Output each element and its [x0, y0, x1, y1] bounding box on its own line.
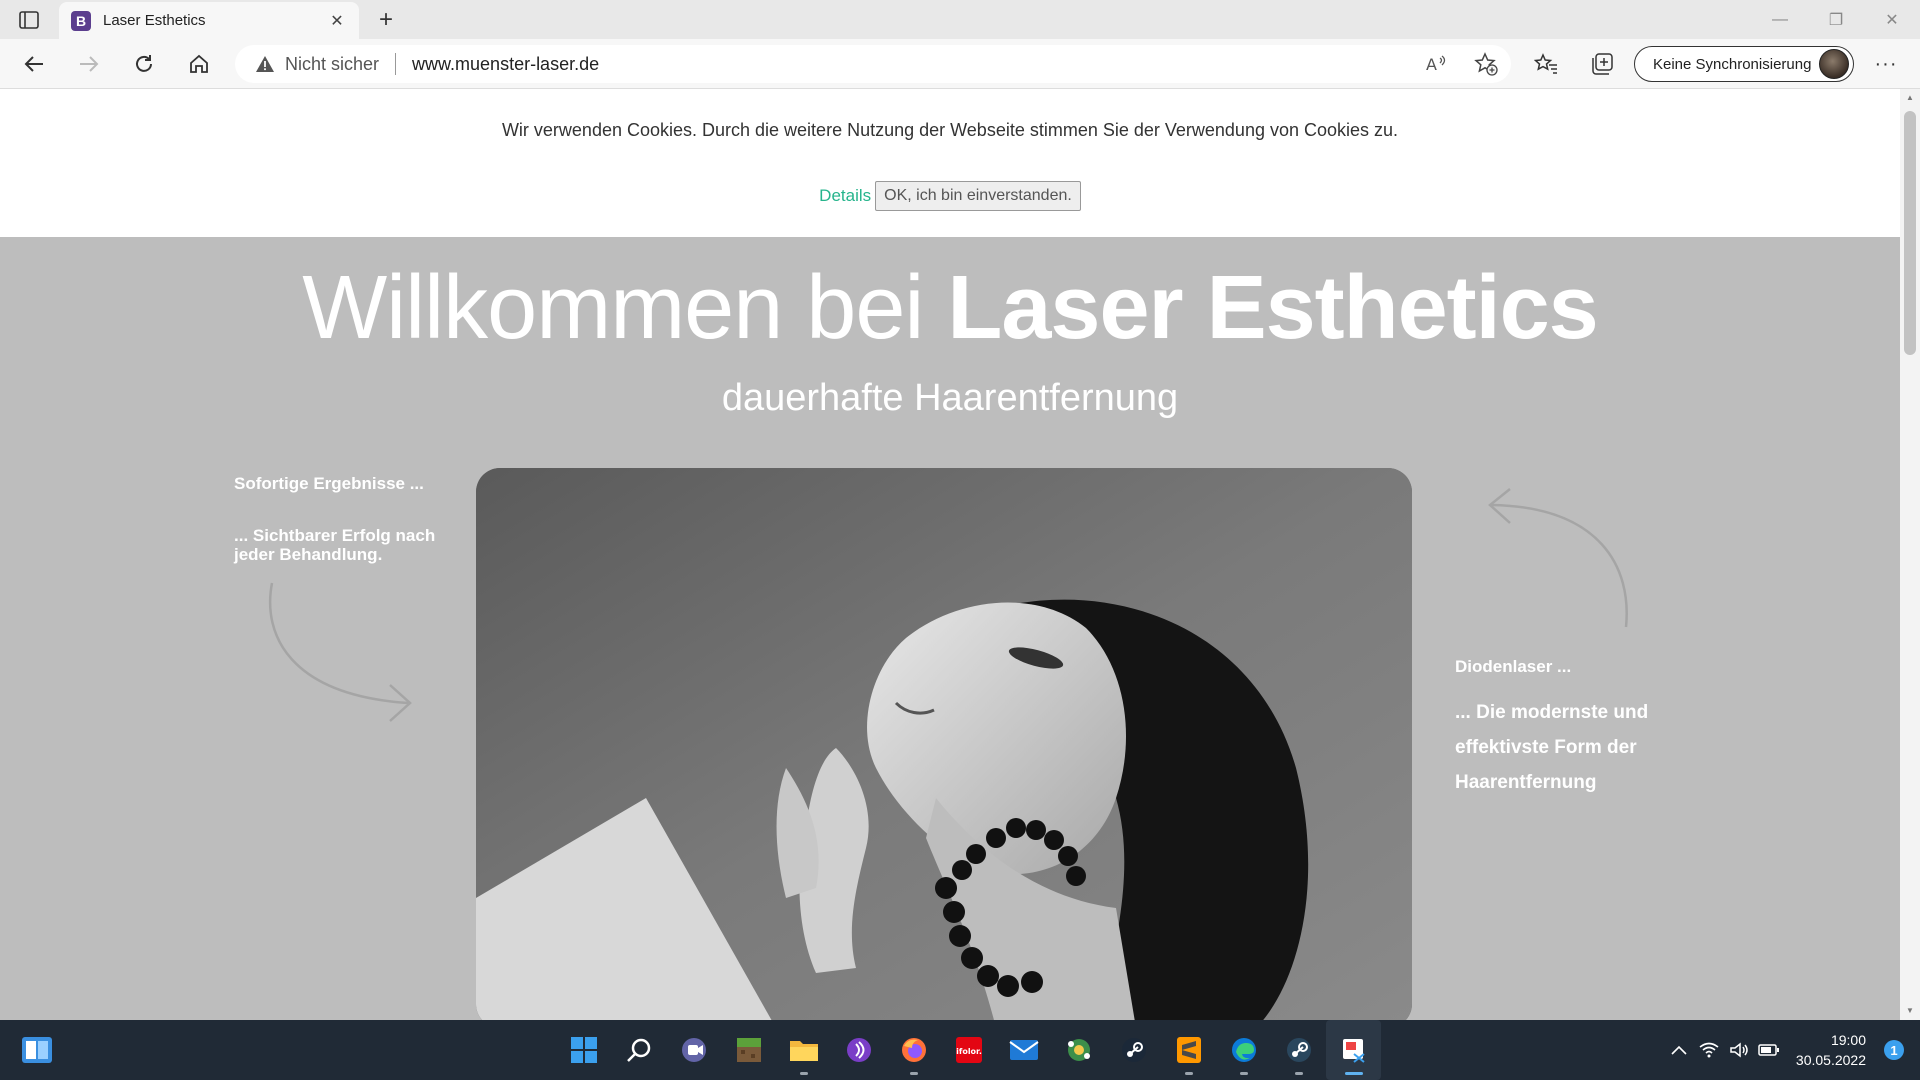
cookie-actions: Details OK, ich bin einverstanden.: [0, 181, 1900, 211]
sublime-text-icon[interactable]: [1161, 1020, 1216, 1080]
favorites-icon[interactable]: [1530, 48, 1562, 80]
snipping-tool-icon[interactable]: [1326, 1020, 1381, 1080]
right-callout-heading: Diodenlaser ...: [1455, 657, 1572, 676]
read-aloud-icon[interactable]: A: [1423, 51, 1449, 77]
svg-text:ifolor.: ifolor.: [956, 1047, 982, 1056]
cookie-banner: Wir verwenden Cookies. Durch die weitere…: [0, 89, 1900, 237]
running-indicator: [1295, 1072, 1303, 1075]
collections-icon[interactable]: [1586, 48, 1618, 80]
tab-strip: B Laser Esthetics ✕ + — ❐ ✕: [0, 0, 1920, 39]
scroll-down-icon[interactable]: ▼: [1905, 1006, 1915, 1016]
sync-profile-button[interactable]: Keine Synchronisierung: [1634, 46, 1854, 82]
warning-icon: [256, 56, 274, 72]
taskbar-apps: ifolor.: [556, 1020, 1381, 1080]
chevron-up-icon[interactable]: [1664, 1035, 1694, 1065]
steam-icon-2[interactable]: [1271, 1020, 1326, 1080]
clock[interactable]: 19:00 30.05.2022: [1796, 1030, 1866, 1070]
search-icon[interactable]: [611, 1020, 666, 1080]
hero-title-bold: Laser Esthetics: [947, 258, 1598, 358]
curved-arrow-right-icon: [1488, 488, 1628, 628]
system-tray: 19:00 30.05.2022 1: [1664, 1020, 1920, 1080]
running-indicator: [1240, 1072, 1248, 1075]
sync-label: Keine Synchronisierung: [1653, 55, 1812, 73]
address-bar[interactable]: Nicht sicher www.muenster-laser.de A: [235, 45, 1511, 83]
hero-subtitle: dauerhafte Haarentfernung: [721, 377, 1179, 419]
battery-icon[interactable]: [1754, 1035, 1784, 1065]
scroll-thumb[interactable]: [1904, 111, 1916, 355]
curved-arrow-left-icon: [268, 582, 412, 722]
volume-icon[interactable]: [1724, 1035, 1754, 1065]
running-indicator: [800, 1072, 808, 1075]
page-viewport: Wir verwenden Cookies. Durch die weitere…: [0, 89, 1900, 1020]
firefox-icon[interactable]: [886, 1020, 941, 1080]
home-button[interactable]: [183, 48, 215, 80]
hero-photo: [476, 468, 1412, 1020]
more-options-icon[interactable]: ···: [1870, 48, 1902, 80]
back-button[interactable]: [18, 48, 50, 80]
notification-badge[interactable]: 1: [1884, 1040, 1904, 1060]
cookie-accept-button[interactable]: OK, ich bin einverstanden.: [875, 181, 1081, 211]
left-callout-text: ... Sichtbarer Erfolg nach jeder Behandl…: [234, 526, 436, 564]
left-callout: Sofortige Ergebnisse ... ... Sichtbarer …: [234, 474, 454, 564]
scroll-up-icon[interactable]: ▲: [1905, 93, 1915, 103]
left-callout-heading: Sofortige Ergebnisse ...: [234, 474, 424, 493]
minecraft-icon[interactable]: [721, 1020, 776, 1080]
right-callout: Diodenlaser ... ... Die modernste und ef…: [1455, 657, 1685, 800]
podcast-icon[interactable]: [831, 1020, 886, 1080]
forward-button[interactable]: [73, 48, 105, 80]
file-explorer-icon[interactable]: [776, 1020, 831, 1080]
add-favorite-icon[interactable]: [1473, 51, 1499, 77]
window-controls: — ❐ ✕: [1752, 0, 1920, 39]
running-indicator: [1345, 1072, 1363, 1075]
close-window-button[interactable]: ✕: [1864, 0, 1920, 39]
taskbar: ifolor. 19:00 30.05.2022 1: [0, 1020, 1920, 1080]
teams-icon[interactable]: [666, 1020, 721, 1080]
minimize-button[interactable]: —: [1752, 0, 1808, 39]
address-separator: [395, 53, 397, 75]
address-bar-actions: A: [1423, 51, 1499, 77]
ifolor-icon[interactable]: ifolor.: [941, 1020, 996, 1080]
right-callout-text: ... Die modernste und effektivste Form d…: [1455, 702, 1649, 793]
running-indicator: [1185, 1072, 1193, 1075]
wifi-icon[interactable]: [1694, 1035, 1724, 1065]
edge-icon[interactable]: [1216, 1020, 1271, 1080]
browser-tab-active[interactable]: B Laser Esthetics ✕: [59, 2, 359, 39]
mail-icon[interactable]: [996, 1020, 1051, 1080]
tab-title: Laser Esthetics: [103, 12, 206, 29]
hero-title: Willkommen bei Laser Esthetics: [0, 257, 1900, 360]
profile-avatar: [1819, 49, 1849, 79]
reload-button[interactable]: [128, 48, 160, 80]
clock-date: 30.05.2022: [1795, 1052, 1866, 1068]
widgets-icon[interactable]: [22, 1037, 52, 1063]
hero-title-light: Willkommen bei: [302, 258, 924, 358]
svg-text:A: A: [1426, 55, 1437, 74]
running-indicator: [910, 1072, 918, 1075]
favicon-icon: B: [71, 10, 91, 31]
start-icon[interactable]: [556, 1020, 611, 1080]
steam-icon[interactable]: [1106, 1020, 1161, 1080]
not-secure-label[interactable]: Nicht sicher: [285, 54, 379, 75]
cookie-message: Wir verwenden Cookies. Durch die weitere…: [501, 120, 1399, 140]
network-app-icon[interactable]: [1051, 1020, 1106, 1080]
clock-time: 19:00: [1830, 1032, 1866, 1048]
restore-button[interactable]: ❐: [1808, 0, 1864, 39]
url-text[interactable]: www.muenster-laser.de: [412, 54, 599, 75]
browser-toolbar: Nicht sicher www.muenster-laser.de A Kei…: [0, 39, 1920, 89]
tab-actions-icon[interactable]: [16, 8, 42, 32]
tab-close-icon[interactable]: ✕: [327, 11, 347, 31]
cookie-details-link[interactable]: Details: [819, 186, 871, 206]
page-scrollbar[interactable]: ▲ ▼: [1900, 89, 1920, 1020]
new-tab-button[interactable]: +: [370, 4, 402, 36]
